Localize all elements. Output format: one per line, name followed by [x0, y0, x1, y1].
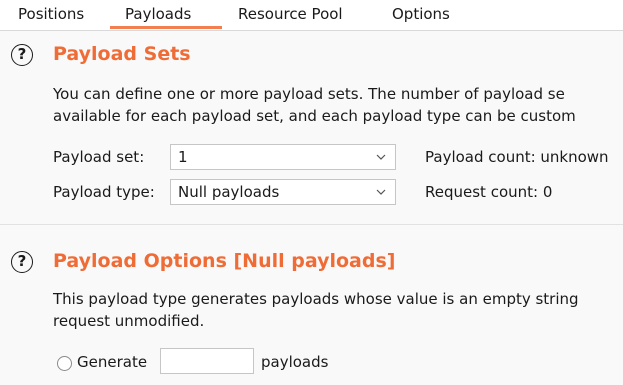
payload-options-description-line1: This payload type generates payloads who… — [53, 290, 579, 308]
generate-label: Generate — [77, 353, 148, 371]
tab-payloads[interactable]: Payloads — [110, 0, 222, 29]
chevron-down-icon — [376, 154, 386, 160]
payload-type-label: Payload type: — [53, 183, 155, 201]
payload-set-value: 1 — [178, 148, 188, 166]
payload-options-title: Payload Options [Null payloads] — [53, 250, 396, 272]
payload-sets-title: Payload Sets — [53, 43, 191, 65]
tab-options[interactable]: Options — [386, 0, 456, 29]
payload-set-label: Payload set: — [53, 148, 145, 166]
question-circle-icon[interactable]: ? — [11, 44, 33, 66]
payload-set-select[interactable]: 1 — [170, 144, 396, 170]
tab-bar: Positions Payloads Resource Pool Options — [0, 0, 623, 31]
payload-count-text: Payload count: unknown — [425, 148, 609, 166]
chevron-down-icon — [376, 189, 386, 195]
tab-resource-pool[interactable]: Resource Pool — [232, 0, 349, 29]
request-count-text: Request count: 0 — [425, 183, 553, 201]
tab-positions[interactable]: Positions — [12, 0, 90, 29]
question-circle-icon[interactable]: ? — [11, 251, 33, 273]
payloads-panel: ? Payload Sets You can define one or mor… — [0, 31, 623, 385]
generate-radio[interactable] — [57, 356, 72, 371]
payload-sets-description-line1: You can define one or more payload sets.… — [53, 85, 565, 103]
payloads-suffix-label: payloads — [261, 353, 329, 371]
generate-count-input[interactable] — [160, 348, 254, 374]
payload-options-description-line2: request unmodified. — [53, 312, 205, 330]
payload-type-value: Null payloads — [178, 183, 280, 201]
payload-type-select[interactable]: Null payloads — [170, 179, 396, 205]
payload-sets-description-line2: available for each payload set, and each… — [53, 107, 576, 125]
section-divider — [0, 224, 623, 225]
